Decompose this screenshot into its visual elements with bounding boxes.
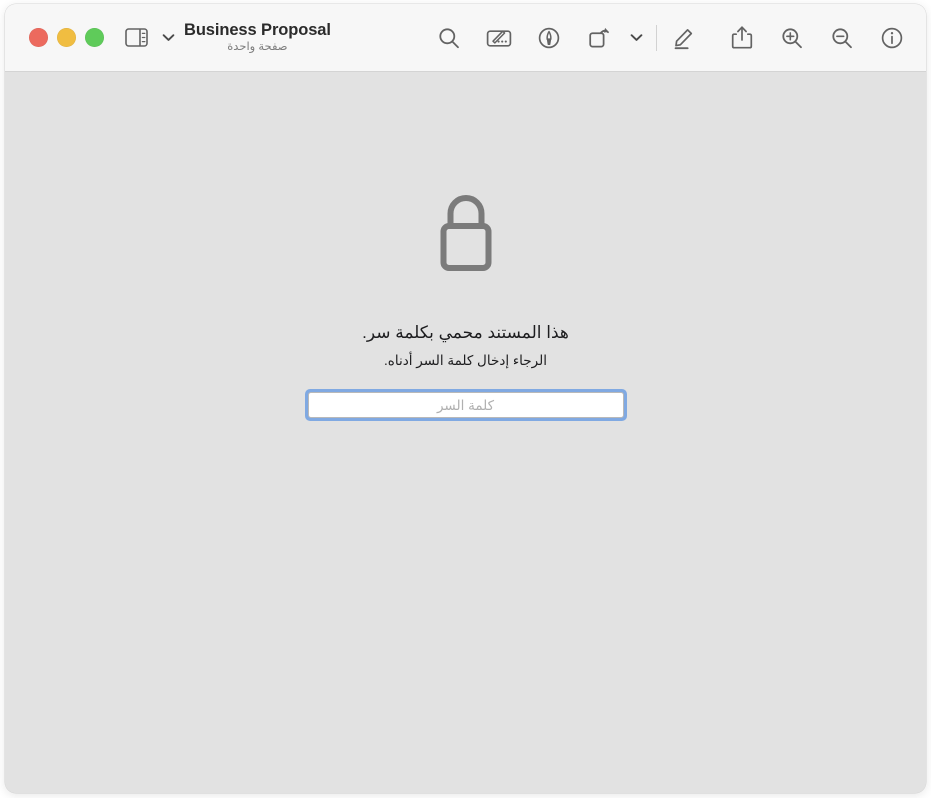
chevron-down-icon xyxy=(162,33,175,42)
close-button[interactable] xyxy=(29,28,48,47)
pen-nib-circle-icon xyxy=(537,26,561,50)
chevron-down-icon xyxy=(630,33,643,42)
pencil-underline-icon xyxy=(672,25,696,50)
rotate-button[interactable] xyxy=(579,18,619,58)
title-menu-button[interactable] xyxy=(156,18,180,58)
search-icon xyxy=(437,26,461,50)
markup-toolbar-icon xyxy=(486,27,512,49)
zoom-out-icon xyxy=(830,26,854,50)
markup-more-button[interactable] xyxy=(623,18,649,58)
password-field-focus-ring xyxy=(304,389,627,421)
page-title: Business Proposal xyxy=(184,21,331,40)
info-icon xyxy=(880,26,904,50)
document-title-block: Business Proposal صفحة واحدة xyxy=(184,21,331,54)
sidebar-icon xyxy=(124,28,148,47)
info-button[interactable] xyxy=(872,18,912,58)
lock-icon xyxy=(435,192,497,279)
share-icon xyxy=(731,25,753,50)
rotate-icon xyxy=(587,25,612,50)
minimize-button[interactable] xyxy=(57,28,76,47)
document-content-area: هذا المستند محمي بكلمة سر. الرجاء إدخال … xyxy=(5,72,926,793)
zoom-in-icon xyxy=(780,26,804,50)
share-button[interactable] xyxy=(722,18,762,58)
markup-toolbar-button[interactable] xyxy=(479,18,519,58)
instruction-message: الرجاء إدخال كلمة السر أدناه. xyxy=(384,353,547,368)
preview-window: Business Proposal صفحة واحدة هذا المستند… xyxy=(5,4,926,793)
sidebar-toggle-button[interactable] xyxy=(116,18,156,58)
password-input[interactable] xyxy=(307,392,624,418)
highlight-button[interactable] xyxy=(664,18,704,58)
toolbar: Business Proposal صفحة واحدة xyxy=(5,4,926,72)
zoom-out-button[interactable] xyxy=(822,18,862,58)
zoom-button[interactable] xyxy=(85,28,104,47)
zoom-in-button[interactable] xyxy=(772,18,812,58)
search-button[interactable] xyxy=(429,18,469,58)
sign-button[interactable] xyxy=(529,18,569,58)
toolbar-separator xyxy=(656,24,657,51)
protected-message: هذا المستند محمي بكلمة سر. xyxy=(362,323,569,342)
window-controls xyxy=(29,28,104,47)
page-subtitle: صفحة واحدة xyxy=(227,41,288,54)
